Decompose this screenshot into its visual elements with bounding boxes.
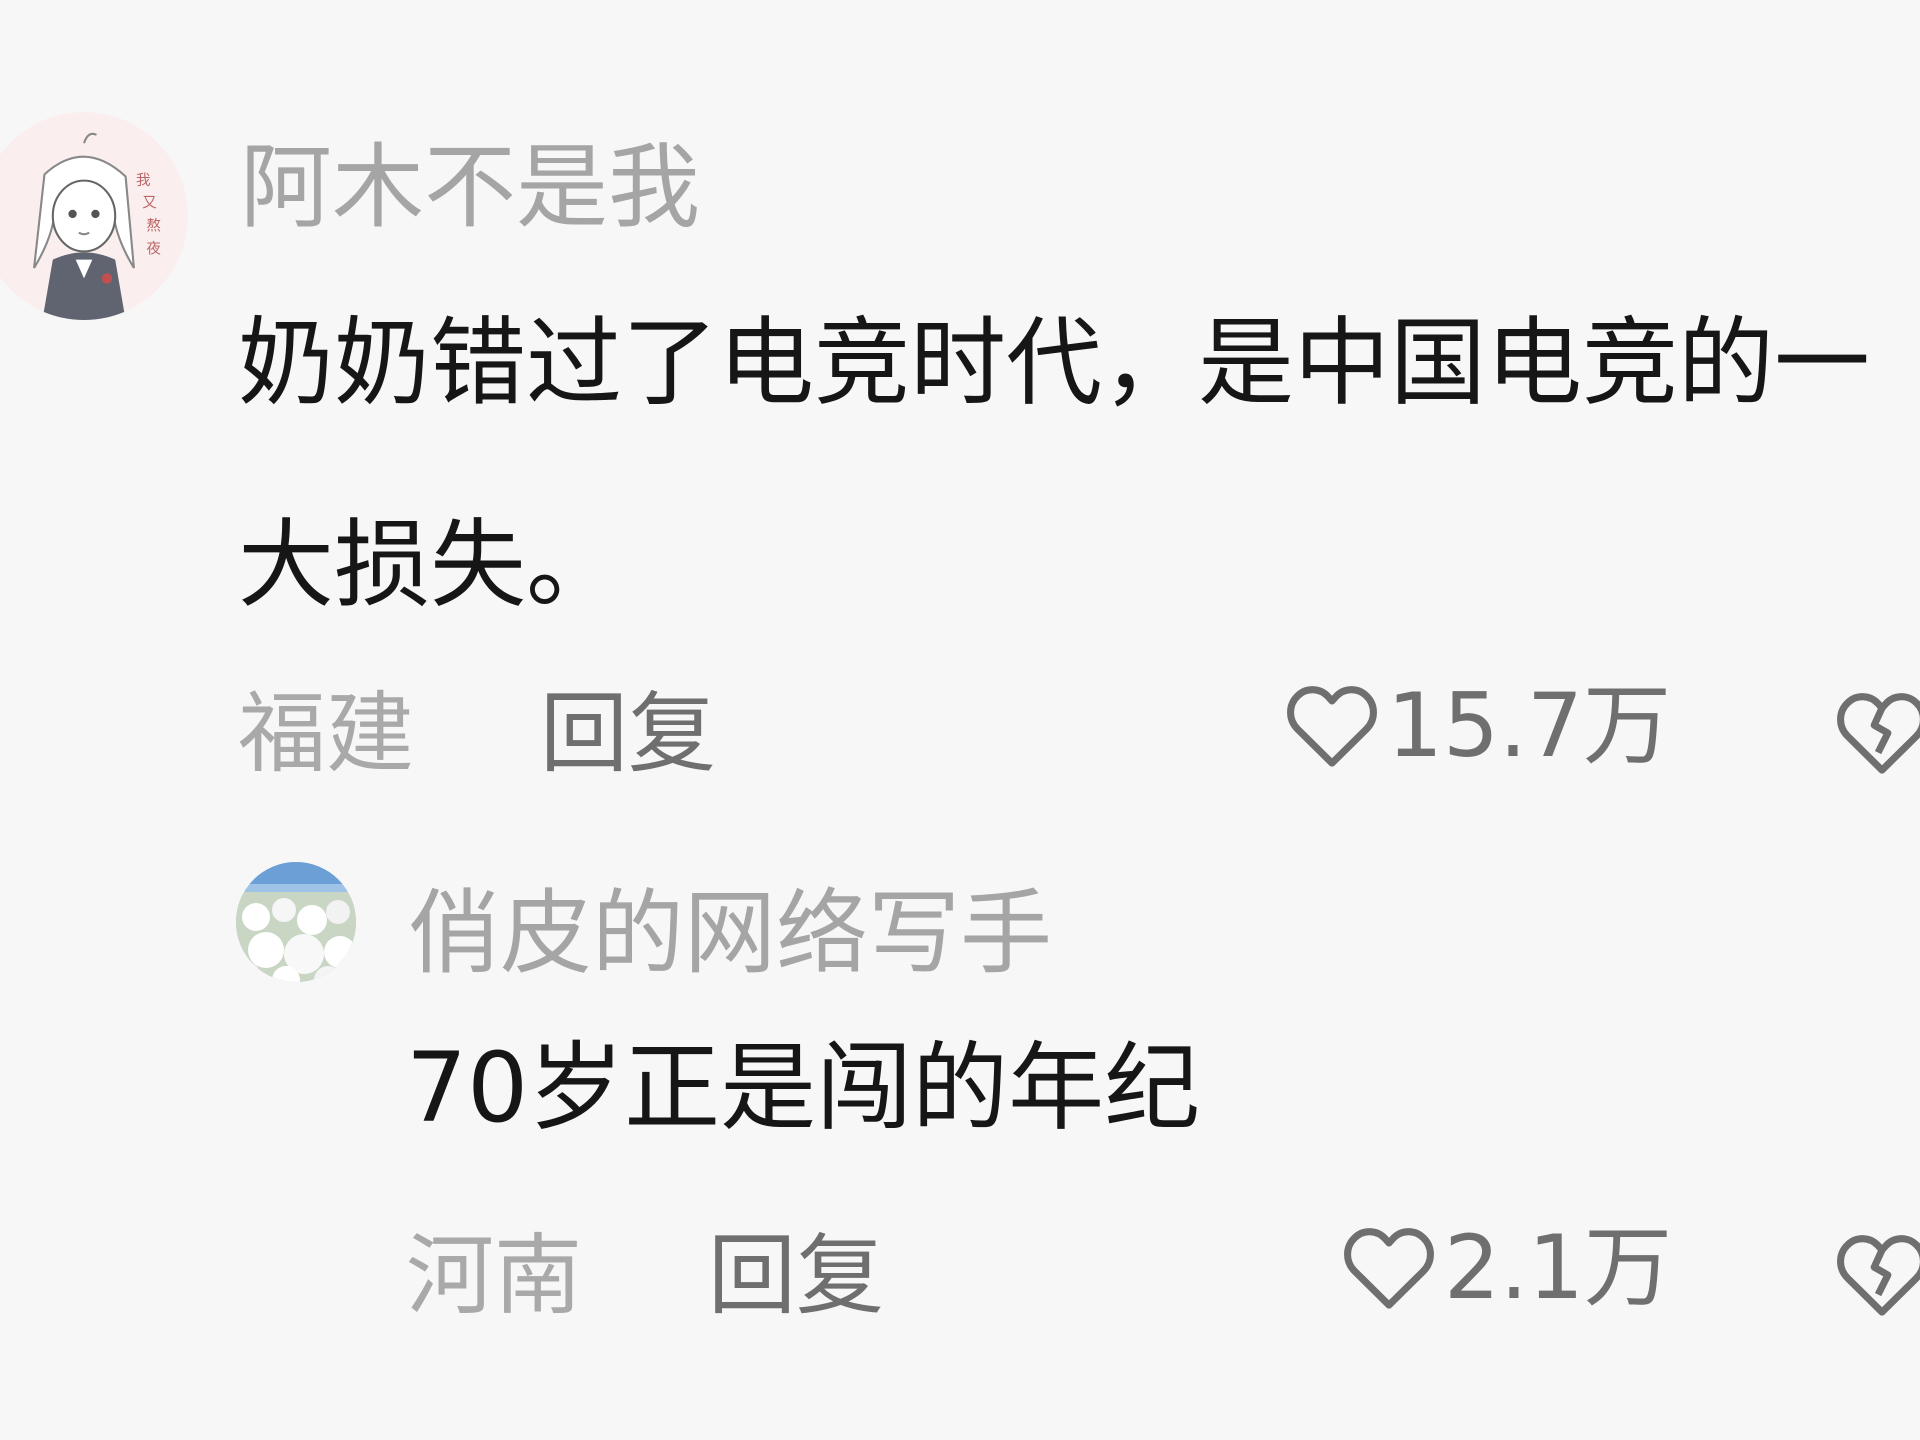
svg-text:夜: 夜 [146, 240, 161, 257]
avatar-flower-field-icon[interactable] [236, 862, 356, 982]
comment-username[interactable]: 阿木不是我 [240, 142, 700, 234]
dislike-button[interactable] [1835, 690, 1920, 780]
heart-outline-icon [1287, 686, 1377, 767]
broken-heart-icon [1837, 693, 1920, 774]
broken-heart-icon [1837, 1235, 1920, 1316]
svg-text:我: 我 [136, 172, 151, 189]
heart-outline-icon [1344, 1228, 1434, 1309]
reply-button[interactable]: 回复 [708, 1232, 884, 1320]
comment-text: 奶奶错过了电竞时代，是中国电竞的一大损失。 [238, 307, 1870, 621]
svg-text:熬: 熬 [146, 217, 161, 235]
like-button[interactable]: 2.1万 [1342, 1224, 1672, 1312]
like-button[interactable]: 15.7万 [1285, 682, 1671, 770]
comment-location: 河南 [406, 1224, 583, 1327]
svg-text:又: 又 [142, 195, 157, 212]
avatar-anime-girl-icon[interactable]: 我 又 熬 夜 [0, 112, 188, 320]
like-count: 15.7万 [1387, 674, 1671, 777]
like-count: 2.1万 [1444, 1216, 1672, 1319]
comment-text: 70岁正是闯的年纪 [406, 1032, 1201, 1144]
dislike-button[interactable] [1835, 1232, 1920, 1322]
reply-button[interactable]: 回复 [540, 690, 716, 778]
comment-location: 福建 [238, 682, 415, 785]
comment-username[interactable]: 俏皮的网络写手 [408, 888, 1052, 980]
